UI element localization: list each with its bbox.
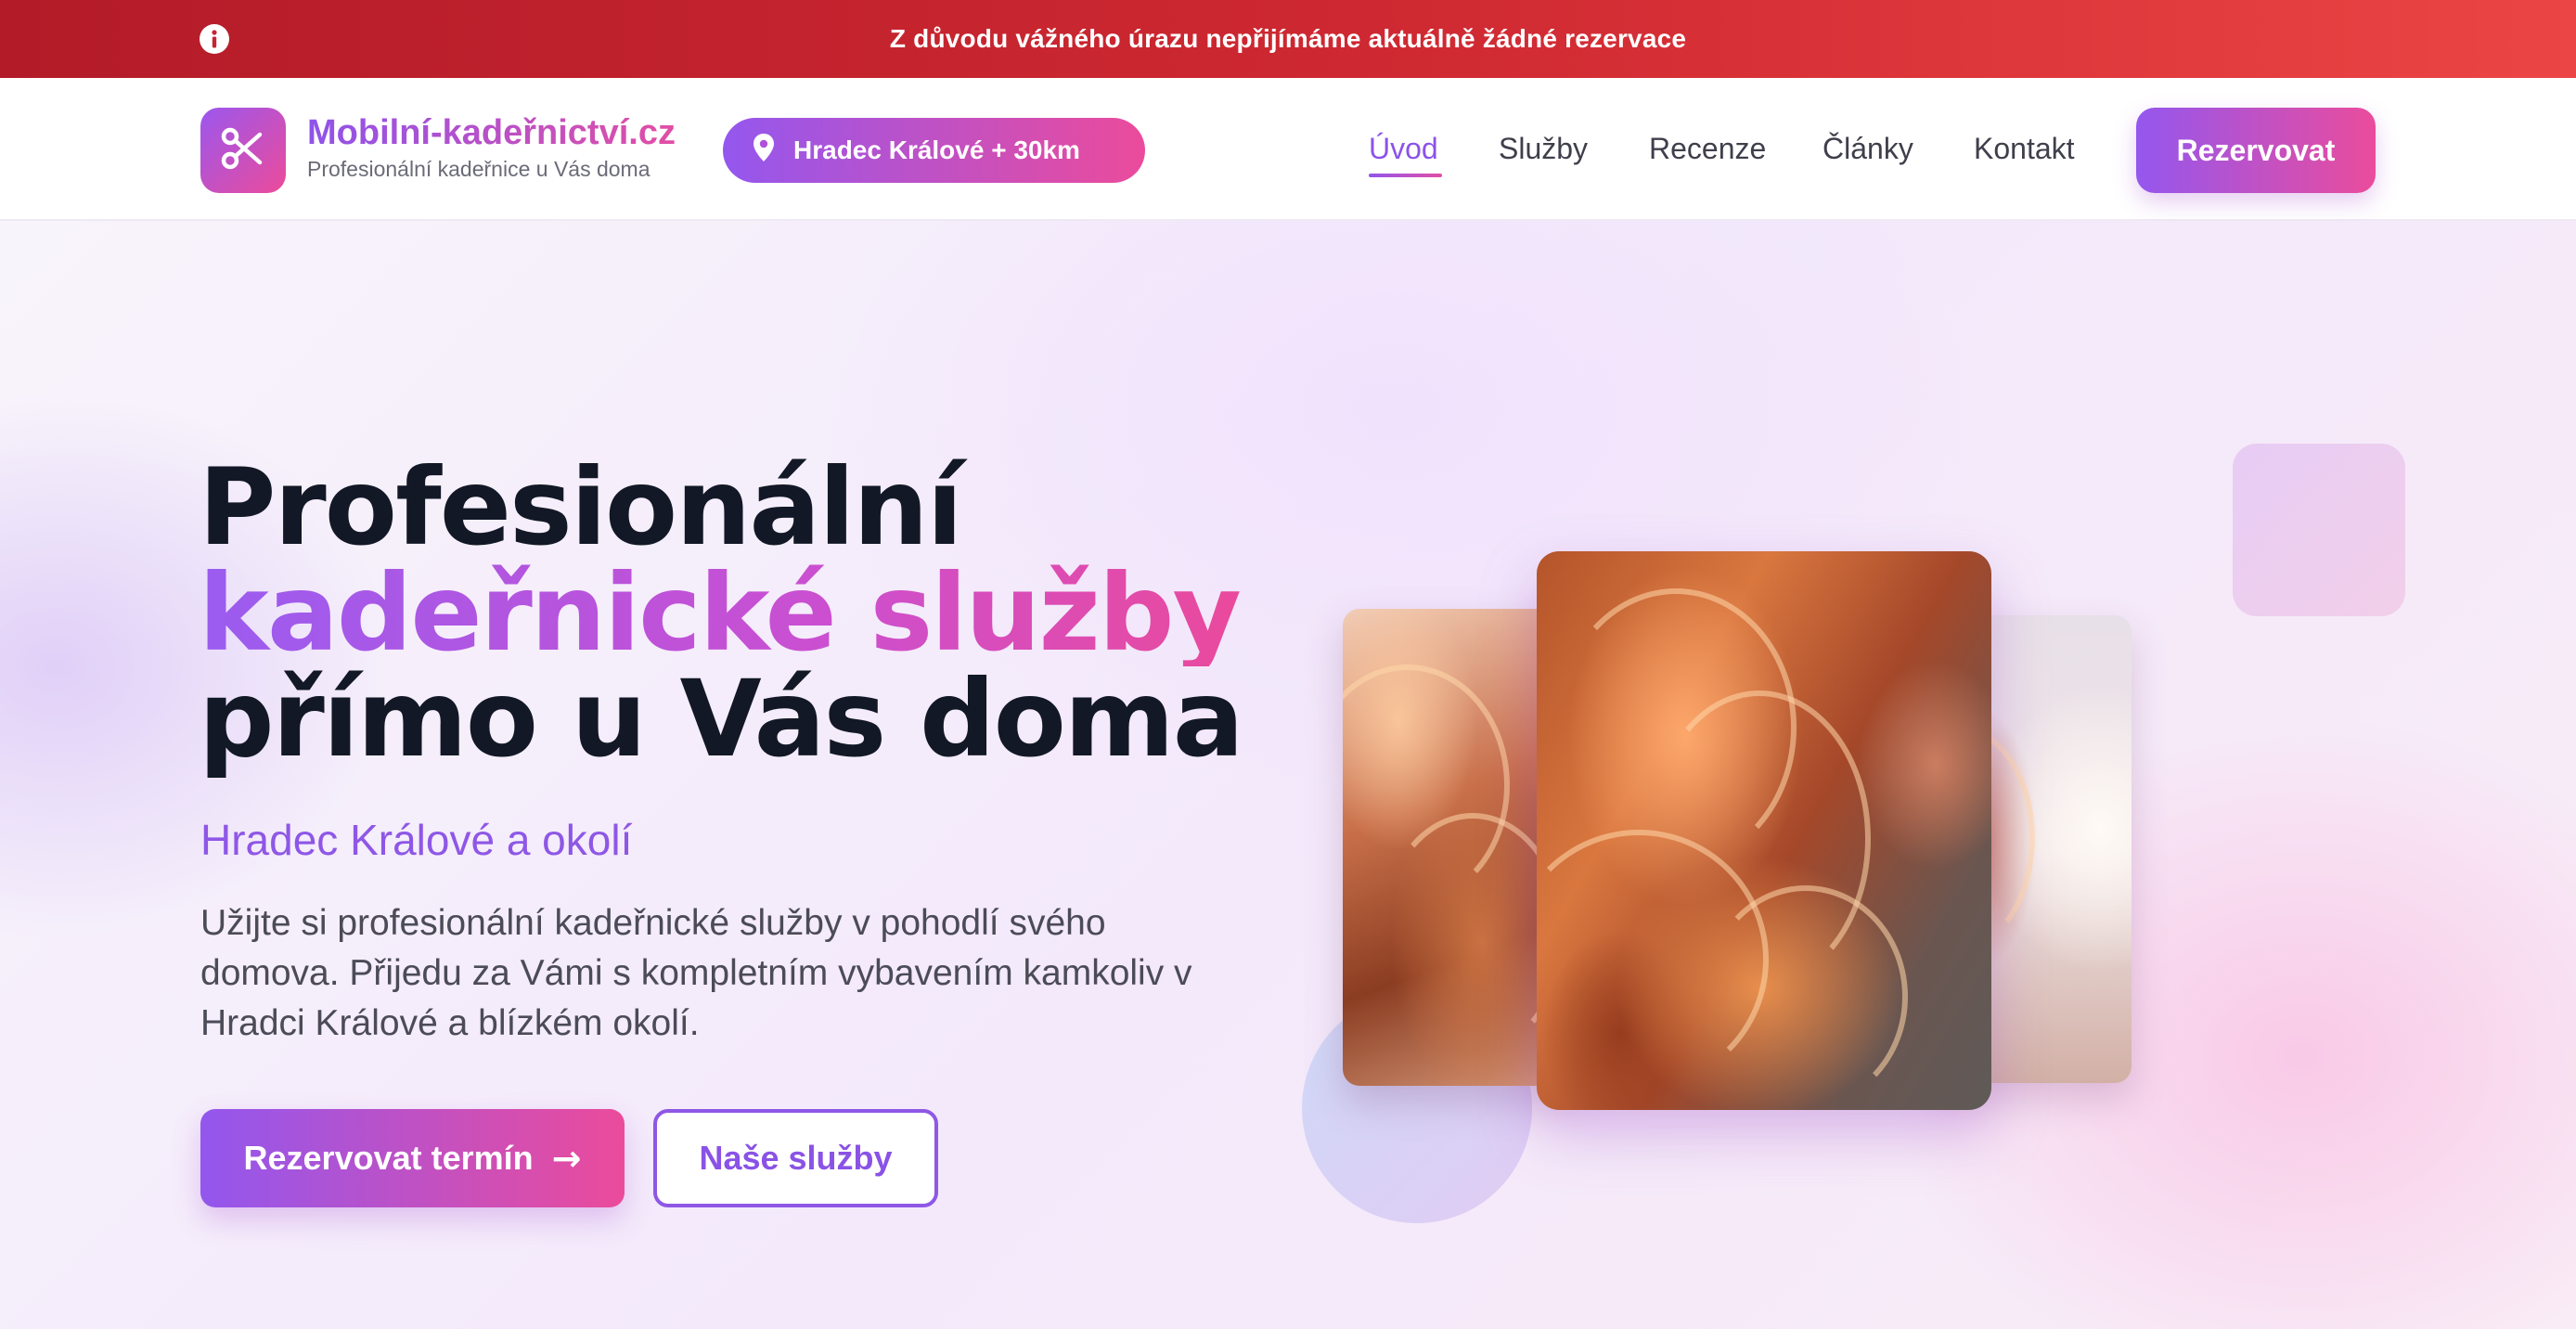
location-badge: Hradec Králové + 30km xyxy=(723,118,1145,183)
map-pin-icon xyxy=(753,133,793,169)
hero-title-line-3: přímo u Vás doma xyxy=(199,657,1244,781)
nav-item-uvod[interactable]: Úvod xyxy=(1369,132,1438,166)
info-icon xyxy=(199,23,230,55)
nav-active-indicator xyxy=(1369,174,1442,177)
scissors-icon xyxy=(217,123,269,179)
decorative-square xyxy=(2233,444,2405,616)
hero-title-line-2: kadeřnické služby xyxy=(199,551,1242,675)
hair-photo-main xyxy=(1537,551,1991,1110)
brand-name[interactable]: Mobilní-kadeřnictví.cz xyxy=(307,113,676,153)
header-book-button[interactable]: Rezervovat xyxy=(2136,108,2376,193)
book-appointment-label: Rezervovat termín xyxy=(243,1139,534,1177)
logo[interactable] xyxy=(200,108,286,193)
hero-section: Profesionální kadeřnické služby přímo u … xyxy=(0,221,2576,1329)
hero-description: Užijte si profesionální kadeřnické služb… xyxy=(200,903,1192,1043)
brand-tagline: Profesionální kadeřnice u Vás doma xyxy=(307,157,650,181)
alert-bar: Z důvodu vážného úrazu nepřijímáme aktuá… xyxy=(0,0,2576,78)
nav-item-sluzby[interactable]: Služby xyxy=(1499,132,1588,166)
site-header: Mobilní-kadeřnictví.cz Profesionální kad… xyxy=(0,78,2576,221)
hero-subtitle: Hradec Králové a okolí xyxy=(200,816,633,864)
book-appointment-button[interactable]: Rezervovat termín → xyxy=(200,1109,625,1207)
nav-item-recenze[interactable]: Recenze xyxy=(1649,132,1766,166)
alert-message: Z důvodu vážného úrazu nepřijímáme aktuá… xyxy=(889,24,1687,53)
nav-item-kontakt[interactable]: Kontakt xyxy=(1974,132,2075,166)
nav-item-clanky[interactable]: Články xyxy=(1823,132,1913,166)
our-services-button[interactable]: Naše služby xyxy=(653,1109,938,1207)
hero-title-line-1: Profesionální xyxy=(199,445,963,569)
location-label: Hradec Králové + 30km xyxy=(793,135,1080,164)
arrow-right-icon: → xyxy=(551,1138,582,1179)
